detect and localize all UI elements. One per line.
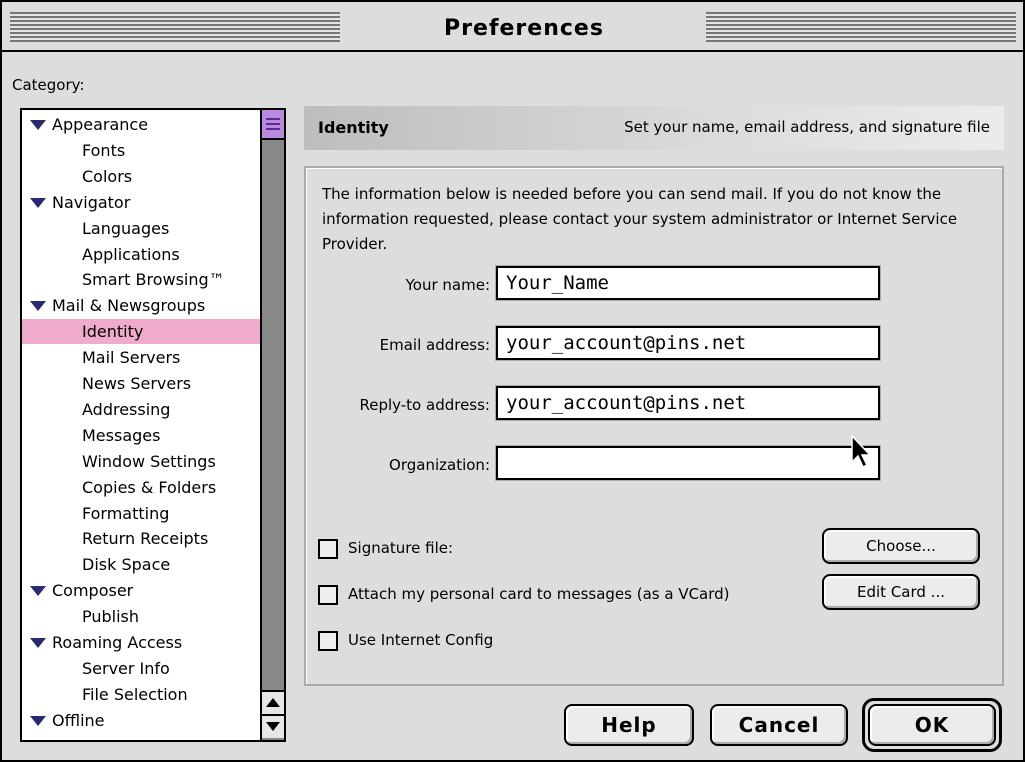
help-button[interactable]: Help xyxy=(564,704,694,746)
window-title: Preferences xyxy=(444,16,604,41)
arrow-up-icon xyxy=(266,698,280,707)
category-item[interactable]: News Servers xyxy=(22,371,260,396)
category-item-label: Disk Space xyxy=(82,555,171,575)
organization-input[interactable] xyxy=(495,445,881,481)
title-bar-stripes-left xyxy=(10,12,340,42)
title-bar[interactable]: Preferences xyxy=(2,2,1023,52)
category-item-label: Addressing xyxy=(82,399,171,419)
disclosure-triangle-icon[interactable] xyxy=(30,715,46,726)
vcard-row[interactable]: Attach my personal card to messages (as … xyxy=(318,582,730,606)
scroll-thumb[interactable] xyxy=(262,110,284,140)
category-item-label: Mail Servers xyxy=(82,348,181,368)
category-item-label: Languages xyxy=(82,218,170,238)
category-item-label: Composer xyxy=(52,581,134,601)
category-item[interactable]: Mail Servers xyxy=(22,345,260,370)
signature-file-checkbox[interactable] xyxy=(318,538,338,559)
choose-button[interactable]: Choose... xyxy=(822,528,980,564)
category-item-label: Server Info xyxy=(82,658,170,678)
arrow-down-icon xyxy=(266,722,280,731)
category-item-label: Identity xyxy=(82,322,144,342)
your-name-input[interactable]: Your_Name xyxy=(495,265,881,301)
category-item[interactable]: Server Info xyxy=(22,656,260,681)
vcard-label: Attach my personal card to messages (as … xyxy=(348,585,730,603)
disclosure-triangle-icon[interactable] xyxy=(30,197,46,208)
signature-file-label: Signature file: xyxy=(348,539,454,557)
category-item-label: Publish xyxy=(82,607,140,627)
category-item[interactable]: Offline xyxy=(22,708,260,733)
category-item[interactable]: Publish xyxy=(22,604,260,629)
your-name-label: Your name: xyxy=(405,276,490,294)
category-item-label: Copies & Folders xyxy=(82,477,217,497)
internet-config-label: Use Internet Config xyxy=(348,631,494,649)
category-item-label: File Selection xyxy=(82,684,188,704)
category-item[interactable]: Colors xyxy=(22,164,260,189)
category-item[interactable]: Copies & Folders xyxy=(22,475,260,500)
category-item[interactable]: Languages xyxy=(22,216,260,241)
category-scrollbar[interactable] xyxy=(260,110,284,740)
category-item[interactable]: Composer xyxy=(22,578,260,603)
scroll-up-button[interactable] xyxy=(262,690,284,714)
category-item-label: Window Settings xyxy=(82,451,216,471)
category-item-label: Applications xyxy=(82,244,180,264)
category-item-label: Smart Browsing™ xyxy=(82,270,225,290)
category-item[interactable]: Smart Browsing™ xyxy=(22,267,260,292)
intro-text: The information below is needed before y… xyxy=(322,185,958,253)
category-item[interactable]: Disk Space xyxy=(22,552,260,577)
category-item[interactable]: Applications xyxy=(22,242,260,267)
panel-title: Identity xyxy=(318,118,389,137)
category-item[interactable]: Addressing xyxy=(22,397,260,422)
signature-file-row[interactable]: Signature file: xyxy=(318,536,453,560)
category-item-label: Appearance xyxy=(52,115,149,134)
category-item-label: Colors xyxy=(82,166,133,186)
category-item-label: Fonts xyxy=(82,140,126,160)
title-bar-stripes-right xyxy=(706,12,1016,42)
ok-button[interactable]: OK xyxy=(868,704,996,746)
category-item[interactable]: Return Receipts xyxy=(22,526,260,551)
reply-to-address-label: Reply-to address: xyxy=(359,396,490,414)
reply-to-address-input[interactable]: your_account@pins.net xyxy=(495,385,881,421)
category-item[interactable]: Navigator xyxy=(22,190,260,215)
identity-group: The information below is needed before y… xyxy=(304,166,1004,686)
grip-line xyxy=(266,118,280,120)
grip-line xyxy=(266,123,280,125)
email-address-label: Email address: xyxy=(379,336,490,354)
category-item-label: Formatting xyxy=(82,503,170,523)
category-item[interactable]: Fonts xyxy=(22,138,260,163)
category-items: Appearance Fonts Colors Navigator Languages A… xyxy=(22,110,260,740)
disclosure-triangle-icon[interactable] xyxy=(30,120,46,130)
disclosure-triangle-icon[interactable] xyxy=(30,638,46,648)
category-item[interactable]: Window Settings xyxy=(22,449,260,474)
category-list: Appearance Fonts Colors Navigator Languages A… xyxy=(20,108,286,742)
category-item-label: Roaming Access xyxy=(52,633,183,652)
category-item[interactable]: Formatting xyxy=(22,501,260,526)
internet-config-row[interactable]: Use Internet Config xyxy=(318,628,493,652)
category-label: Category: xyxy=(12,76,85,94)
internet-config-checkbox[interactable] xyxy=(318,630,338,651)
category-item-label: Mail & Newsgroups xyxy=(52,296,206,316)
category-item-label: Navigator xyxy=(52,192,131,212)
disclosure-triangle-icon[interactable] xyxy=(30,301,46,312)
panel-description: Set your name, email address, and signat… xyxy=(624,118,990,136)
category-item[interactable]: File Selection xyxy=(22,682,260,707)
organization-label: Organization: xyxy=(389,456,490,474)
category-item-label: Return Receipts xyxy=(82,529,209,549)
cancel-button[interactable]: Cancel xyxy=(710,704,848,746)
disclosure-triangle-icon[interactable] xyxy=(30,586,46,597)
email-address-input[interactable]: your_account@pins.net xyxy=(495,325,881,361)
panel-header: Identity Set your name, email address, a… xyxy=(304,106,1004,150)
edit-card-button[interactable]: Edit Card ... xyxy=(822,574,980,610)
category-item[interactable]: Mail & Newsgroups xyxy=(22,293,260,318)
preferences-window: Preferences Category: Appearance Fonts Col… xyxy=(0,0,1025,762)
category-item[interactable]: Roaming Access xyxy=(22,630,260,655)
grip-line xyxy=(266,128,280,130)
vcard-checkbox[interactable] xyxy=(318,584,338,605)
scroll-down-button[interactable] xyxy=(262,714,284,738)
category-item[interactable]: Appearance xyxy=(22,112,260,137)
mouse-pointer-icon xyxy=(851,434,872,469)
category-item-label: News Servers xyxy=(82,374,192,393)
category-item[interactable]: Identity xyxy=(22,319,260,345)
category-item[interactable]: Messages xyxy=(22,423,260,448)
category-item-label: Messages xyxy=(82,425,161,445)
category-item-label: Offline xyxy=(52,710,105,730)
